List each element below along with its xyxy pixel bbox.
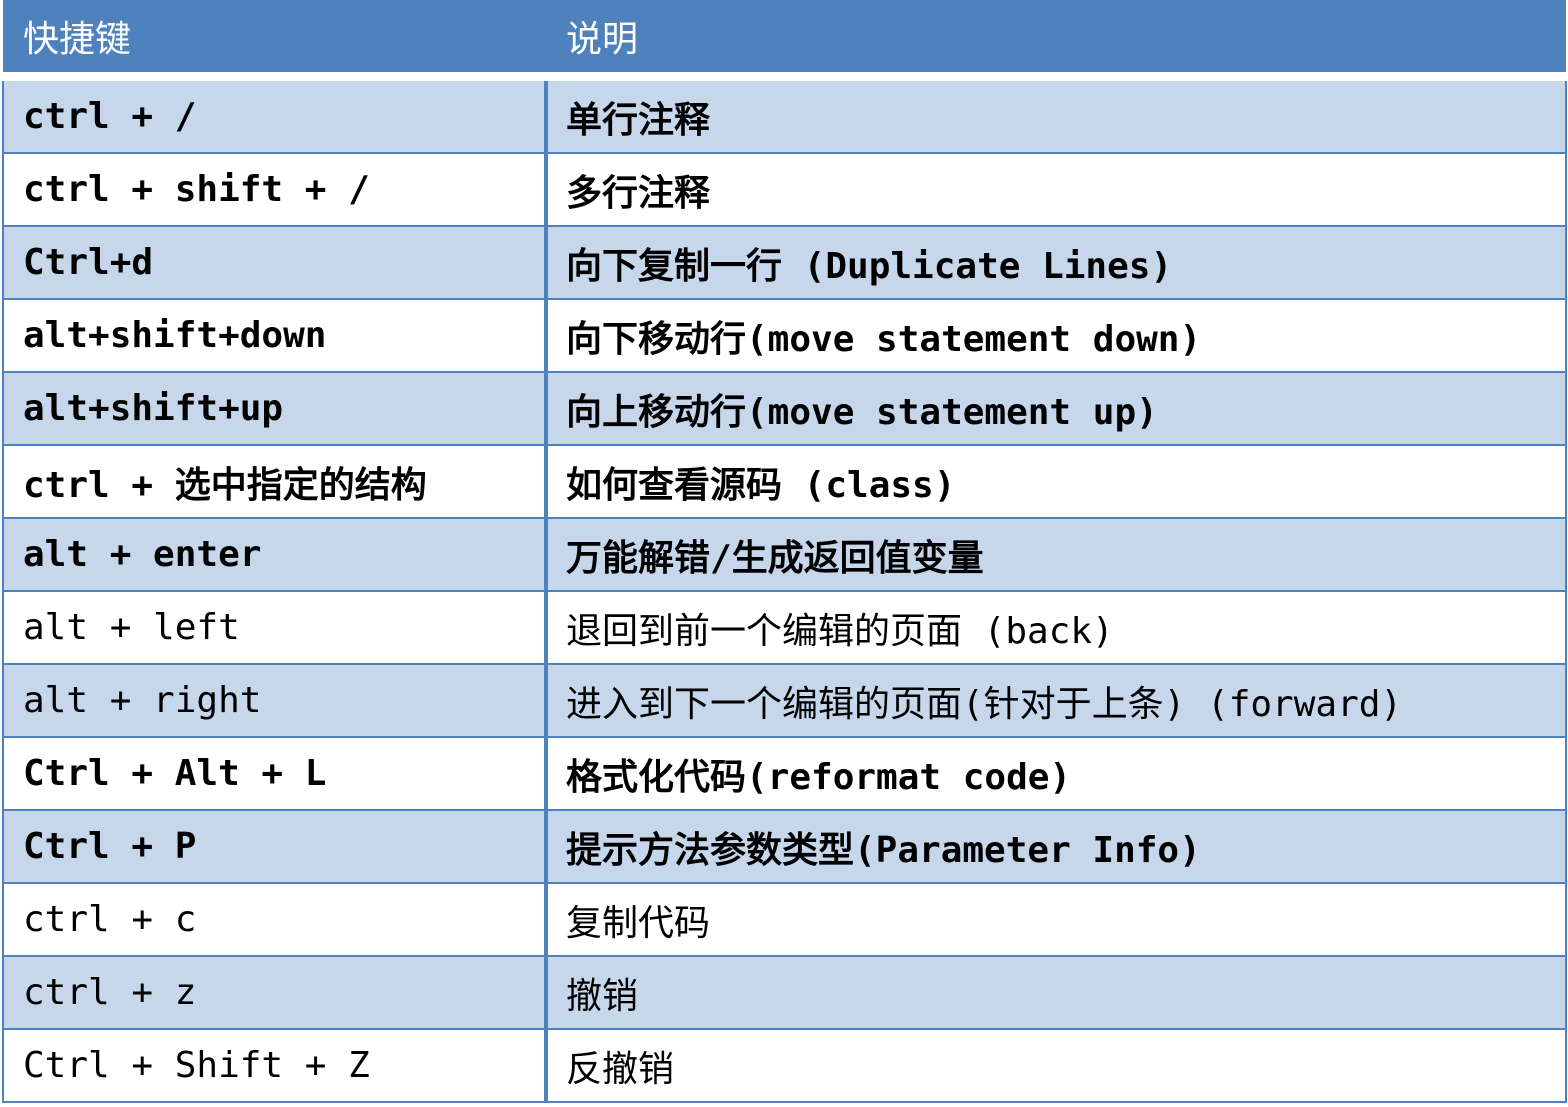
table-row: ctrl + 选中指定的结构 如何查看源码 (class) <box>2 444 1567 519</box>
shortcut-key: Ctrl+d <box>2 225 548 300</box>
header-description: 说明 <box>546 0 1566 81</box>
table-row: alt + left 退回到前一个编辑的页面 (back) <box>2 590 1567 665</box>
shortcut-description: 向上移动行(move statement up) <box>545 371 1567 446</box>
header-shortcut: 快捷键 <box>3 0 546 81</box>
shortcut-key: Ctrl + Shift + Z <box>2 1028 548 1103</box>
table-row: ctrl + z 撤销 <box>2 955 1567 1030</box>
shortcut-description: 提示方法参数类型(Parameter Info) <box>545 809 1567 884</box>
shortcut-key: alt+shift+down <box>2 298 548 373</box>
shortcut-key: alt + left <box>2 590 548 665</box>
table-row: Ctrl + Shift + Z 反撤销 <box>2 1028 1567 1103</box>
table-row: Ctrl + P 提示方法参数类型(Parameter Info) <box>2 809 1567 884</box>
shortcut-description: 多行注释 <box>545 152 1567 227</box>
shortcut-description: 撤销 <box>545 955 1567 1030</box>
table-row: ctrl + / 单行注释 <box>2 75 1567 154</box>
shortcut-description: 格式化代码(reformat code) <box>545 736 1567 811</box>
shortcut-key: ctrl + 选中指定的结构 <box>2 444 548 519</box>
table-row: alt + right 进入到下一个编辑的页面(针对于上条) (forward) <box>2 663 1567 738</box>
shortcut-key: alt + enter <box>2 517 548 592</box>
table-row: alt+shift+down 向下移动行(move statement down… <box>2 298 1567 373</box>
table-row: alt + enter 万能解错/生成返回值变量 <box>2 517 1567 592</box>
shortcut-key: Ctrl + P <box>2 809 548 884</box>
table-header-row: 快捷键 说明 <box>3 0 1566 81</box>
shortcut-key: ctrl + z <box>2 955 548 1030</box>
shortcut-table-container: 快捷键 说明 ctrl + / 单行注释 ctrl + shift + / 多行… <box>2 0 1567 1104</box>
shortcut-description: 如何查看源码 (class) <box>545 444 1567 519</box>
shortcut-description: 万能解错/生成返回值变量 <box>545 517 1567 592</box>
table-row: ctrl + shift + / 多行注释 <box>2 152 1567 227</box>
shortcut-description: 反撤销 <box>545 1028 1567 1103</box>
shortcut-key: ctrl + / <box>2 75 548 154</box>
shortcut-key: ctrl + shift + / <box>2 152 548 227</box>
shortcut-key: Ctrl + Alt + L <box>2 736 548 811</box>
shortcut-description: 向下移动行(move statement down) <box>545 298 1567 373</box>
table-row: Ctrl+d 向下复制一行 (Duplicate Lines) <box>2 225 1567 300</box>
shortcut-table: 快捷键 说明 ctrl + / 单行注释 ctrl + shift + / 多行… <box>2 0 1567 1103</box>
table-row: ctrl + c 复制代码 <box>2 882 1567 957</box>
shortcut-description: 进入到下一个编辑的页面(针对于上条) (forward) <box>545 663 1567 738</box>
shortcut-description: 复制代码 <box>545 882 1567 957</box>
table-row: Ctrl + Alt + L 格式化代码(reformat code) <box>2 736 1567 811</box>
shortcut-key: alt+shift+up <box>2 371 548 446</box>
shortcut-key: alt + right <box>2 663 548 738</box>
table-row: alt+shift+up 向上移动行(move statement up) <box>2 371 1567 446</box>
shortcut-key: ctrl + c <box>2 882 548 957</box>
shortcut-description: 退回到前一个编辑的页面 (back) <box>545 590 1567 665</box>
shortcut-description: 单行注释 <box>545 75 1567 154</box>
shortcut-description: 向下复制一行 (Duplicate Lines) <box>545 225 1567 300</box>
